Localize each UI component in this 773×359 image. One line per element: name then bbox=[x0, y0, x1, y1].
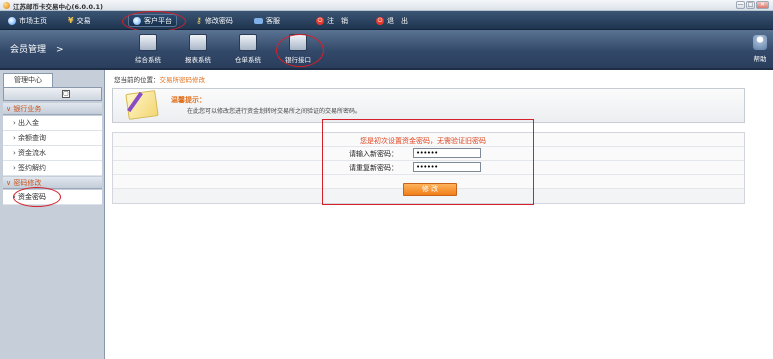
nav-trade[interactable]: ¥ 交易 bbox=[68, 14, 91, 27]
tab-management-center[interactable]: 管理中心 bbox=[3, 73, 53, 87]
client-icon bbox=[133, 16, 141, 25]
power-icon: ⏻ bbox=[316, 16, 324, 25]
nav-exit[interactable]: ⏻ 退 出 bbox=[376, 14, 408, 27]
system-bank-interface[interactable]: 银行接口 bbox=[280, 34, 316, 64]
tip-title: 温馨提示： bbox=[171, 96, 206, 104]
member-label: 会员管理 bbox=[10, 45, 47, 55]
system-warehouse[interactable]: 仓单系统 bbox=[230, 34, 266, 64]
key-icon: ⚷ bbox=[196, 16, 202, 25]
nav-change-password[interactable]: ⚷ 修改密码 bbox=[196, 14, 233, 27]
bank-icon bbox=[289, 34, 307, 51]
breadcrumb-link[interactable]: 交易所密码修改 bbox=[160, 76, 206, 84]
new-password-field[interactable]: •••••• bbox=[413, 148, 481, 158]
nav-customer-service[interactable]: 客服 bbox=[254, 14, 280, 27]
nav-client-platform[interactable]: 客户平台 bbox=[128, 14, 177, 27]
tip-panel: 温馨提示： 在此您可以修改您进行资金划转时交易所之间验证的交易所密码。 bbox=[112, 88, 745, 123]
help-button[interactable]: 帮助 bbox=[753, 35, 767, 63]
sidebar-item-label: 余额查询 bbox=[18, 134, 47, 142]
close-button[interactable]: ✕ bbox=[756, 1, 769, 9]
top-navigation: 市场主页 ¥ 交易 客户平台 ⚷ 修改密码 客服 ⏻ 注 销 ⏻ 退 出 bbox=[0, 11, 773, 30]
nav-label: 交易 bbox=[76, 16, 91, 25]
group-title: 银行业务 bbox=[13, 105, 42, 113]
help-label: 帮助 bbox=[753, 55, 767, 63]
app-icon bbox=[3, 2, 10, 9]
modify-button[interactable]: 修 改 bbox=[403, 183, 457, 196]
nav-label: 客户平台 bbox=[144, 16, 172, 25]
nav-label: 退 出 bbox=[387, 16, 408, 25]
sidebar-toolbar: ▢ bbox=[3, 87, 102, 101]
sidebar-item-label: 签约解约 bbox=[18, 164, 47, 172]
new-password-label: 请输入新密码： bbox=[349, 150, 398, 158]
window-controls: — □ ✕ bbox=[736, 1, 769, 9]
minimize-button[interactable]: — bbox=[736, 1, 745, 9]
monitor-icon bbox=[139, 34, 157, 51]
system-label: 仓单系统 bbox=[235, 56, 261, 64]
breadcrumb: 您当前的位置：交易所密码修改 bbox=[114, 74, 205, 84]
nav-market-home[interactable]: 市场主页 bbox=[8, 14, 47, 27]
confirm-password-field[interactable]: •••••• bbox=[413, 162, 481, 172]
nav-label: 注 销 bbox=[327, 16, 348, 25]
sidebar-group-password-change[interactable]: ∨ 密码修改 bbox=[3, 177, 102, 189]
sidebar-item-label: 资金密码 bbox=[18, 193, 47, 201]
maximize-button[interactable]: □ bbox=[746, 1, 755, 9]
sidebar-item-fund-password[interactable]: › 资金密码 bbox=[3, 190, 102, 205]
sidebar-item-balance-query[interactable]: › 余额查询 bbox=[3, 131, 102, 146]
member-management-button[interactable]: 会员管理 > bbox=[10, 42, 64, 55]
confirm-password-label: 请重复新密码： bbox=[349, 164, 398, 172]
tip-text: 在此您可以修改您进行资金划转时交易所之间验证的交易所密码。 bbox=[187, 108, 362, 115]
sidebar: 管理中心 ▢ ∨ 银行业务 › 出入金 › 余额查询 › 资金流水 › 签约解约… bbox=[0, 70, 105, 359]
main-content: 您当前的位置：交易所密码修改 温馨提示： 在此您可以修改您进行资金划转时交易所之… bbox=[106, 70, 773, 359]
system-general[interactable]: 综合系统 bbox=[130, 34, 166, 64]
sidebar-item-deposit-withdraw[interactable]: › 出入金 bbox=[3, 116, 102, 131]
system-toolbar: 会员管理 > 综合系统 报表系统 仓单系统 银行接口 帮助 bbox=[0, 30, 773, 70]
power-icon: ⏻ bbox=[376, 16, 384, 25]
window-title: 江苏邮币卡交易中心(6.0.0.1) bbox=[13, 3, 103, 11]
sidebar-item-fund-flow[interactable]: › 资金流水 bbox=[3, 146, 102, 161]
system-reports[interactable]: 报表系统 bbox=[180, 34, 216, 64]
breadcrumb-prefix: 您当前的位置： bbox=[114, 76, 160, 84]
window-titlebar: 江苏邮币卡交易中心(6.0.0.1) — □ ✕ bbox=[0, 0, 773, 11]
system-label: 综合系统 bbox=[135, 56, 161, 64]
service-icon bbox=[254, 17, 263, 24]
nav-label: 市场主页 bbox=[19, 16, 47, 25]
system-label: 银行接口 bbox=[285, 56, 311, 64]
sidebar-item-label: 资金流水 bbox=[18, 149, 47, 157]
nav-label: 客服 bbox=[266, 16, 280, 25]
yen-icon: ¥ bbox=[68, 16, 74, 25]
system-label: 报表系统 bbox=[185, 56, 211, 64]
globe-icon bbox=[8, 16, 16, 25]
sidebar-item-sign-cancel[interactable]: › 签约解约 bbox=[3, 161, 102, 176]
sidebar-group-bank-business[interactable]: ∨ 银行业务 bbox=[3, 103, 102, 115]
group-title: 密码修改 bbox=[13, 179, 42, 187]
chevron-right-icon: > bbox=[56, 45, 64, 55]
nav-label: 修改密码 bbox=[204, 16, 233, 25]
collapse-icon[interactable]: ▢ bbox=[62, 90, 70, 98]
warehouse-icon bbox=[239, 34, 257, 51]
help-icon bbox=[753, 35, 767, 50]
sidebar-item-label: 出入金 bbox=[18, 119, 40, 127]
password-form: 您是初次设置资金密码，无需验证旧密码 请输入新密码： •••••• 请重复新密码… bbox=[112, 132, 745, 204]
nav-logout[interactable]: ⏻ 注 销 bbox=[316, 14, 348, 27]
first-time-notice: 您是初次设置资金密码，无需验证旧密码 bbox=[360, 137, 486, 145]
camera-icon bbox=[189, 34, 207, 51]
